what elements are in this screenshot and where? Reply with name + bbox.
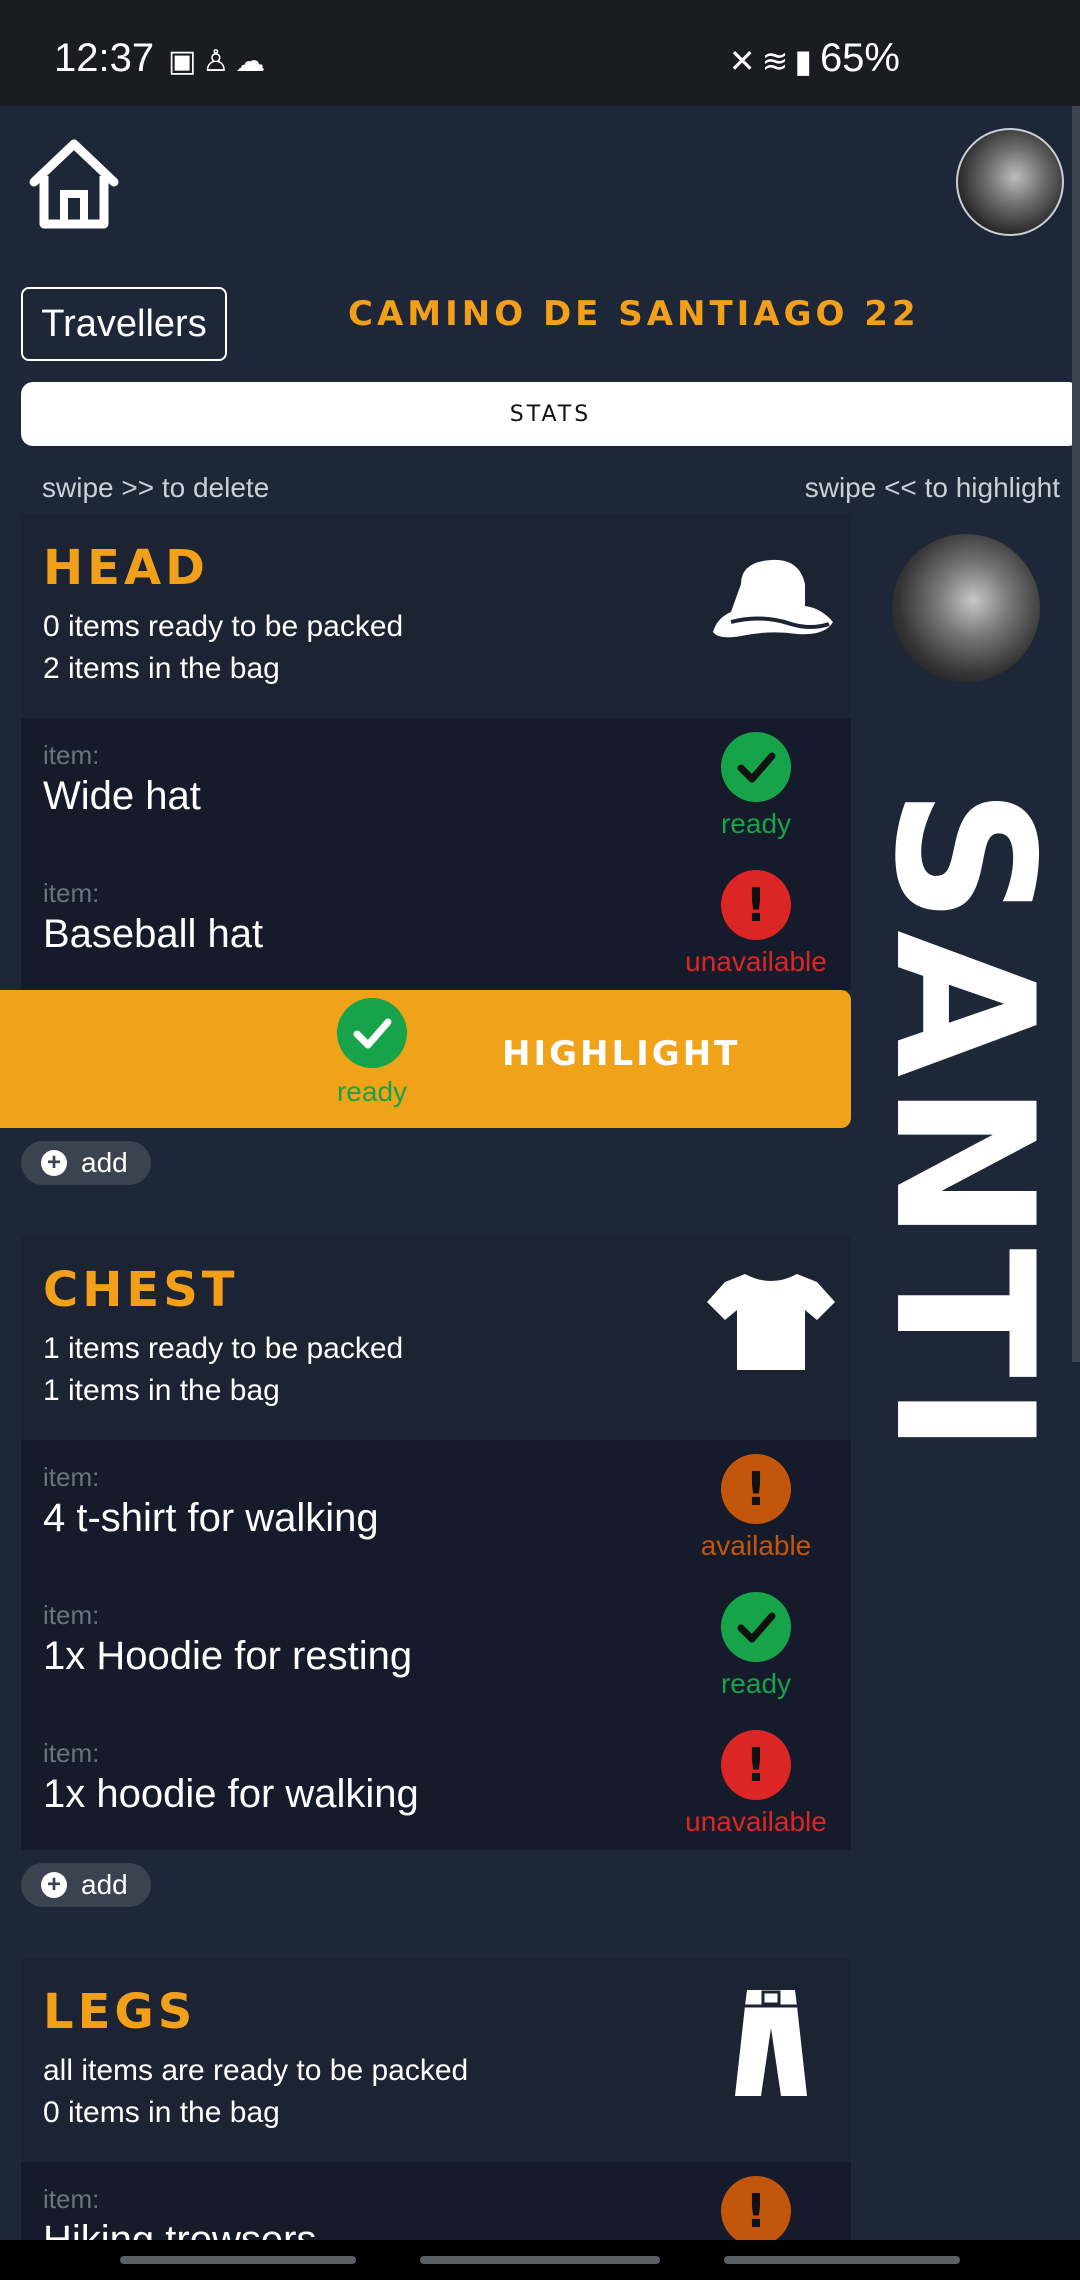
trip-title: CAMINO DE SANTIAGO 22: [348, 294, 920, 334]
battery-level: 65%: [819, 36, 900, 80]
signal-icon: ▮: [794, 42, 818, 80]
item-status: ready: [336, 1076, 408, 1107]
add-item-button[interactable]: + add: [21, 1141, 151, 1185]
home-button[interactable]: [24, 136, 124, 232]
item-status: ready: [720, 1668, 792, 1699]
item-name: 4 t-shirt for walking: [43, 1496, 379, 1540]
check-icon[interactable]: [721, 732, 791, 802]
scrollbar[interactable]: [1072, 106, 1080, 1362]
traveller-name-text: SANTI: [853, 787, 1074, 1461]
item-name: Baseball hat: [43, 912, 264, 956]
app-screen: Travellers CAMINO DE SANTIAGO 22 STATS s…: [0, 106, 1080, 2240]
status-time: 12:37: [54, 36, 155, 80]
check-icon[interactable]: [721, 1592, 791, 1662]
item-name: Wide hat: [43, 774, 201, 818]
exclamation-icon[interactable]: !: [721, 2176, 791, 2240]
hint-delete: swipe >> to delete: [42, 472, 270, 503]
add-label: add: [81, 1869, 128, 1900]
item-label: item:: [43, 878, 100, 908]
item-label: item:: [43, 1738, 100, 1768]
exclamation-icon[interactable]: !: [721, 870, 791, 940]
status-bar: 12:37 ▣♙☁ ✕≋▮ 65%: [0, 0, 1080, 106]
system-nav-bar: [0, 2240, 1080, 2280]
item-row[interactable]: item: Wide hat ready: [21, 718, 851, 856]
exclamation-icon[interactable]: !: [721, 1730, 791, 1800]
cloud-upload-icon: ☁: [235, 44, 272, 79]
hat-icon: [713, 559, 833, 638]
exclamation-icon[interactable]: !: [721, 1454, 791, 1524]
section-ready-count: 0 items ready to be packed: [43, 610, 404, 643]
gallery-icon: ▣: [168, 44, 203, 79]
item-name: 1x Hoodie for resting: [43, 1634, 413, 1678]
add-item-button[interactable]: + add: [21, 1863, 151, 1907]
item-status: ready: [720, 808, 792, 839]
section-bag-count: 1 items in the bag: [43, 1374, 280, 1407]
item-status: unavailable: [685, 1806, 827, 1837]
item-row[interactable]: item: 4 t-shirt for walking ! available: [21, 1440, 851, 1578]
item-label: item:: [43, 2184, 100, 2214]
trousers-icon: [735, 1990, 807, 2096]
item-name: Hiking trowsers: [43, 2218, 317, 2240]
person-icon: ♙: [202, 44, 236, 79]
item-row[interactable]: item: Baseball hat ! unavailable: [21, 856, 851, 990]
tshirt-icon: [707, 1274, 835, 1370]
section-bag-count: 2 items in the bag: [43, 652, 280, 685]
travellers-button[interactable]: Travellers: [21, 287, 227, 361]
home-icon: [29, 139, 119, 229]
add-label: add: [81, 1147, 128, 1178]
status-left-icons: ▣♙☁: [168, 44, 271, 79]
section-title: HEAD: [43, 540, 209, 596]
item-row[interactable]: item: Hiking trowsers ! available: [21, 2162, 851, 2240]
section-title: CHEST: [43, 1262, 239, 1318]
section-bag-count: 0 items in the bag: [43, 2096, 280, 2129]
item-label: item:: [43, 740, 100, 770]
wifi-icon: ≋: [761, 42, 795, 80]
item-row[interactable]: item: 1x Hoodie for resting ready: [21, 1578, 851, 1716]
item-label: item:: [43, 1462, 100, 1492]
traveller-avatar[interactable]: [892, 534, 1040, 682]
item-label: item:: [43, 1600, 100, 1630]
section-title: LEGS: [43, 1984, 197, 2040]
mute-icon: ✕: [728, 42, 762, 80]
item-name: 1x hoodie for walking: [43, 1772, 419, 1816]
stats-button[interactable]: STATS: [21, 382, 1080, 446]
section-chest: CHEST 1 items ready to be packed 1 items…: [21, 1236, 851, 1440]
nav-back-handle[interactable]: [724, 2256, 960, 2264]
plus-icon: +: [41, 1150, 67, 1176]
highlight-label: HIGHLIGHT: [502, 1034, 741, 1074]
nav-recents-handle[interactable]: [120, 2256, 356, 2264]
item-status: available: [700, 1530, 812, 1561]
traveller-name: SANTI: [853, 704, 1074, 1544]
section-ready-count: 1 items ready to be packed: [43, 1332, 404, 1365]
plus-icon: +: [41, 1872, 67, 1898]
nav-home-handle[interactable]: [420, 2256, 660, 2264]
check-icon: [337, 998, 407, 1068]
user-avatar[interactable]: [956, 128, 1064, 236]
item-row[interactable]: item: 1x hoodie for walking ! unavailabl…: [21, 1716, 851, 1850]
hint-highlight: swipe << to highlight: [804, 472, 1060, 503]
section-head: HEAD 0 items ready to be packed 2 items …: [21, 514, 851, 718]
section-ready-count: all items are ready to be packed: [43, 2054, 469, 2087]
status-right-icons: ✕≋▮: [729, 42, 818, 80]
section-legs: LEGS all items are ready to be packed 0 …: [21, 1958, 851, 2162]
highlight-swipe-row[interactable]: ready HIGHLIGHT: [0, 990, 851, 1128]
item-status: unavailable: [685, 946, 827, 977]
